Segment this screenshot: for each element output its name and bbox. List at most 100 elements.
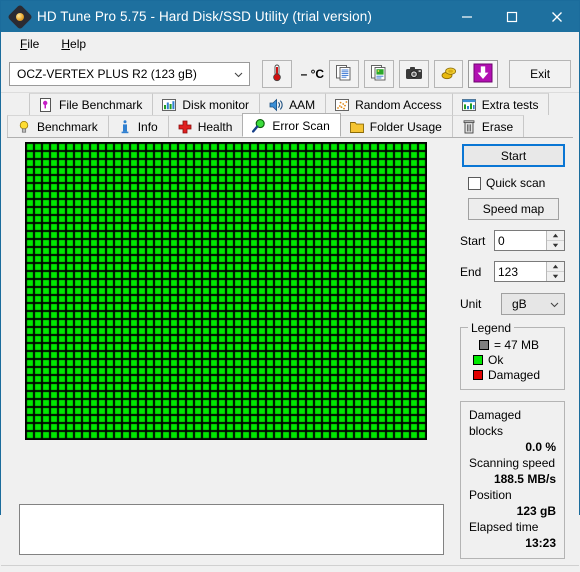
info-icon xyxy=(117,119,133,135)
menu-bar: File Help xyxy=(1,32,579,56)
chevron-down-icon xyxy=(233,69,244,80)
window-buttons xyxy=(444,1,579,32)
tab-health[interactable]: Health xyxy=(167,115,244,137)
tab-info[interactable]: Info xyxy=(107,115,169,137)
image-copy-icon xyxy=(370,64,388,85)
bar-chart-icon xyxy=(161,97,177,113)
scanning-speed-value: 188.5 MB/s xyxy=(493,472,556,486)
thermometer-button[interactable] xyxy=(261,60,292,88)
start-spin-buttons[interactable] xyxy=(546,231,564,250)
start-field-row: Start xyxy=(460,230,565,251)
maximize-button[interactable] xyxy=(489,1,534,32)
tab-random-access[interactable]: Random Access xyxy=(325,93,453,115)
scan-left-pane xyxy=(7,138,454,559)
tab-folder-usage[interactable]: Folder Usage xyxy=(339,115,453,137)
start-field-label: Start xyxy=(460,233,486,248)
tab-aam[interactable]: AAM xyxy=(259,93,327,115)
legend-block-swatch xyxy=(479,340,489,350)
tab-disk-monitor[interactable]: Disk monitor xyxy=(152,93,261,115)
start-spinner[interactable] xyxy=(494,230,565,251)
drive-select[interactable]: OCZ-VERTEX PLUS R2 (123 gB) xyxy=(9,62,250,86)
scatter-icon xyxy=(334,97,350,113)
damaged-blocks-label: Damaged blocks xyxy=(469,408,522,438)
quick-scan-label: Quick scan xyxy=(486,176,546,190)
start-button-label: Start xyxy=(500,148,527,163)
position-label: Position xyxy=(469,488,512,502)
close-button[interactable] xyxy=(534,1,579,32)
unit-select[interactable]: gB xyxy=(501,293,565,315)
start-button[interactable]: Start xyxy=(462,144,565,167)
start-input[interactable] xyxy=(495,231,546,250)
window-title: HD Tune Pro 5.75 - Hard Disk/SSD Utility… xyxy=(37,9,372,24)
tab-label: Error Scan xyxy=(272,119,330,133)
tab-row-top: File Benchmark Disk monitor AAM Random A… xyxy=(7,93,573,115)
scan-map-holder xyxy=(7,138,454,443)
elapsed-time-label: Elapsed time xyxy=(469,520,539,534)
tab-label: Folder Usage xyxy=(369,119,442,134)
screenshot-button[interactable] xyxy=(398,60,429,88)
tab-row-bottom: Benchmark Info Health Error Scan Folder … xyxy=(7,113,573,137)
spin-up-icon[interactable] xyxy=(547,262,564,271)
save-button[interactable] xyxy=(468,60,499,88)
menu-help[interactable]: Help xyxy=(50,34,97,54)
hd-tune-window: HD Tune Pro 5.75 - Hard Disk/SSD Utility… xyxy=(0,0,580,572)
tab-benchmark[interactable]: Benchmark xyxy=(7,115,109,137)
speed-map-button[interactable]: Speed map xyxy=(468,198,559,220)
drive-select-value: OCZ-VERTEX PLUS R2 (123 gB) xyxy=(17,67,197,81)
spin-down-icon[interactable] xyxy=(547,240,564,250)
folder-icon xyxy=(349,119,365,135)
legend-ok-swatch xyxy=(473,355,483,365)
tab-label: File Benchmark xyxy=(59,97,143,112)
document-copy-icon xyxy=(335,64,353,85)
file-benchmark-icon xyxy=(38,97,54,113)
tab-label: Extra tests xyxy=(481,97,539,112)
red-cross-icon xyxy=(177,119,193,135)
toolbar: OCZ-VERTEX PLUS R2 (123 gB) – °C Exit xyxy=(1,56,579,93)
tab-label: AAM xyxy=(289,97,316,112)
spin-down-icon[interactable] xyxy=(547,271,564,281)
elapsed-time-value: 13:23 xyxy=(525,536,556,550)
quick-scan-row[interactable]: Quick scan xyxy=(468,176,573,190)
error-scan-panel: Start Quick scan Speed map Start 0 End 1… xyxy=(1,138,579,565)
tab-erase[interactable]: Erase xyxy=(451,115,525,137)
tab-extra-tests[interactable]: Extra tests xyxy=(451,93,550,115)
tab-error-scan[interactable]: Error Scan xyxy=(242,113,341,137)
copy-image-button[interactable] xyxy=(363,60,394,88)
unit-row: Unit gB xyxy=(460,293,565,315)
legend-damaged-row: Damaged xyxy=(473,368,558,382)
speaker-icon xyxy=(268,97,284,113)
scan-log-box[interactable] xyxy=(19,504,444,555)
scan-controls-pane: Start Quick scan Speed map Start 0 End 1… xyxy=(454,138,573,559)
temperature-readout: – °C xyxy=(300,67,325,81)
copy-text-button[interactable] xyxy=(329,60,359,88)
camera-icon xyxy=(405,65,423,84)
legend-title: Legend xyxy=(468,321,515,335)
tab-label: Benchmark xyxy=(37,119,98,134)
tab-file-benchmark[interactable]: File Benchmark xyxy=(29,93,154,115)
spin-up-icon[interactable] xyxy=(547,231,564,240)
menu-file[interactable]: File xyxy=(9,34,50,54)
unit-select-value: gB xyxy=(512,297,527,311)
scanning-speed-label: Scanning speed xyxy=(469,456,556,470)
scan-map-canvas[interactable] xyxy=(25,142,427,440)
legend-damaged-label: Damaged xyxy=(488,368,541,382)
legend-group: Legend = 47 MB Ok Damaged xyxy=(460,321,565,390)
end-spinner[interactable] xyxy=(494,261,565,282)
tab-label: Random Access xyxy=(355,97,442,112)
minimize-button[interactable] xyxy=(444,1,489,32)
legend-block-size: = 47 MB xyxy=(494,338,540,352)
exit-button[interactable]: Exit xyxy=(509,60,571,88)
magnifier-icon xyxy=(251,118,267,134)
harddisk-icon xyxy=(7,3,33,30)
thermometer-icon xyxy=(269,64,285,85)
quick-scan-checkbox[interactable] xyxy=(468,176,481,190)
tab-bar: File Benchmark Disk monitor AAM Random A… xyxy=(1,93,579,138)
chevron-down-icon xyxy=(549,299,560,310)
tab-label: Disk monitor xyxy=(182,97,250,112)
end-input[interactable] xyxy=(495,262,546,281)
end-field-label: End xyxy=(460,264,482,279)
settings-button[interactable] xyxy=(433,60,464,88)
unit-label: Unit xyxy=(460,297,482,311)
end-spin-buttons[interactable] xyxy=(546,262,564,281)
position-value: 123 gB xyxy=(516,504,556,518)
